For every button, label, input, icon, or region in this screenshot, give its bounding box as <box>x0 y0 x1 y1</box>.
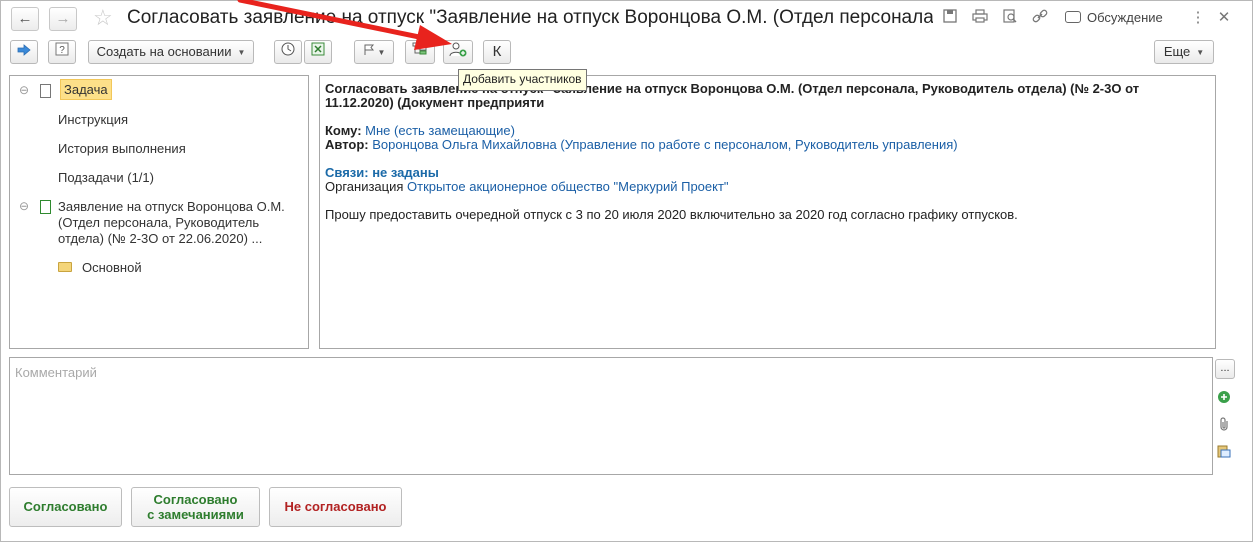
comment-field[interactable] <box>9 357 1213 475</box>
tree-item-line: отдела) (№ 2-3О от 22.06.2020) ... <box>58 231 263 246</box>
discussion-label: Обсуждение <box>1087 10 1163 25</box>
more-label: Еще <box>1163 44 1191 59</box>
svg-text:?: ? <box>59 45 65 56</box>
tree-item-main-folder[interactable]: Основной <box>82 260 142 276</box>
structure-button[interactable] <box>405 40 435 64</box>
arrow-right-icon <box>17 44 31 56</box>
approved-label: Согласовано <box>23 499 108 514</box>
approved-remarks-line-2: с замечаниями <box>147 507 244 522</box>
add-participants-tooltip: Добавить участников <box>458 69 587 91</box>
chevron-down-icon: ▼ <box>377 48 386 57</box>
document-icon <box>40 84 51 98</box>
paste-icon[interactable] <box>1216 444 1232 460</box>
favorite-star-icon[interactable]: ☆ <box>93 4 113 32</box>
organization-label: Организация <box>325 179 404 194</box>
add-icon[interactable] <box>1216 390 1232 406</box>
save-icon[interactable] <box>941 9 959 27</box>
close-icon[interactable]: ✕ <box>1215 8 1233 28</box>
print-icon[interactable] <box>971 9 989 27</box>
preview-icon[interactable] <box>1001 9 1019 27</box>
more-button[interactable]: Еще ▼ <box>1154 40 1214 64</box>
attachment-icon[interactable] <box>1216 417 1232 433</box>
tree-item-history[interactable]: История выполнения <box>58 141 186 157</box>
organization-link[interactable]: Открытое акционерное общество "Меркурий … <box>407 179 729 194</box>
approved-document-icon <box>40 200 51 214</box>
execute-button[interactable] <box>10 40 38 64</box>
add-participants-button[interactable] <box>443 40 473 64</box>
approved-button[interactable]: Согласовано <box>9 487 122 527</box>
tree-item-label: Задача <box>60 79 112 100</box>
tree-structure-icon <box>412 42 427 55</box>
forward-arrow-icon[interactable]: → <box>49 7 77 31</box>
create-based-on-label: Создать на основании <box>96 44 232 59</box>
spreadsheet-icon <box>311 42 325 56</box>
chevron-down-icon: ▼ <box>1196 48 1205 57</box>
folder-icon <box>58 262 72 272</box>
excel-button[interactable] <box>304 40 332 64</box>
clock-button[interactable] <box>274 40 302 64</box>
collapse-toggle-icon[interactable]: ⊖ <box>19 199 29 213</box>
flag-menu-button[interactable]: ▼ <box>354 40 394 64</box>
window-title: Согласовать заявление на отпуск "Заявлен… <box>127 7 933 28</box>
recipient-link[interactable]: Мне (есть замещающие) <box>365 123 515 138</box>
author-link[interactable]: Воронцова Ольга Михайловна (Управление п… <box>372 137 957 152</box>
more-vertical-icon[interactable]: ⋮ <box>1189 8 1207 28</box>
chat-bubble-icon <box>1065 11 1081 23</box>
task-description: Прошу предоставить очередной отпуск с 3 … <box>325 207 1018 222</box>
tree-item-line: Заявление на отпуск Воронцова О.М. <box>58 199 285 214</box>
help-button[interactable]: ? <box>48 40 76 64</box>
task-window: ← → ☆ Согласовать заявление на отпуск "З… <box>0 0 1253 542</box>
task-details-panel: Согласовать заявление на отпуск "Заявлен… <box>319 75 1216 349</box>
task-title-line-2: 11.12.2020) (Документ предприяти <box>325 95 545 110</box>
k-button[interactable]: К <box>483 40 511 64</box>
approved-with-remarks-button[interactable]: Согласовано с замечаниями <box>131 487 260 527</box>
tree-item-request[interactable]: Заявление на отпуск Воронцова О.М. (Отде… <box>58 199 285 247</box>
tree-item-line: (Отдел персонала, Руководитель <box>58 215 260 230</box>
link-icon[interactable] <box>1031 9 1049 27</box>
comment-more-button[interactable]: ... <box>1215 359 1235 379</box>
author-row: Автор: Воронцова Ольга Михайловна (Управ… <box>325 137 958 153</box>
not-approved-button[interactable]: Не согласовано <box>269 487 402 527</box>
organization-row: Организация Открытое акционерное обществ… <box>325 179 729 195</box>
not-approved-label: Не согласовано <box>284 499 387 514</box>
chevron-down-icon: ▼ <box>237 48 246 57</box>
tree-item-subtasks[interactable]: Подзадачи (1/1) <box>58 170 154 186</box>
collapse-toggle-icon[interactable]: ⊖ <box>19 83 29 97</box>
back-arrow-icon[interactable]: ← <box>11 7 39 31</box>
question-icon: ? <box>55 42 69 56</box>
task-tree-panel: ⊖ Задача Инструкция История выполнения П… <box>9 75 309 349</box>
approved-remarks-line-1: Согласовано <box>153 492 238 507</box>
clock-icon <box>281 42 295 56</box>
tree-item-task[interactable]: Задача <box>60 79 112 100</box>
tree-item-instruction[interactable]: Инструкция <box>58 112 128 128</box>
flag-icon <box>364 44 374 55</box>
add-user-icon <box>449 42 467 57</box>
discussion-button[interactable]: Обсуждение <box>1065 9 1163 27</box>
create-based-on-button[interactable]: Создать на основании ▼ <box>88 40 254 64</box>
recipient-label: Кому: <box>325 123 362 138</box>
title-bar: ← → ☆ Согласовать заявление на отпуск "З… <box>1 1 1252 37</box>
author-label: Автор: <box>325 137 369 152</box>
